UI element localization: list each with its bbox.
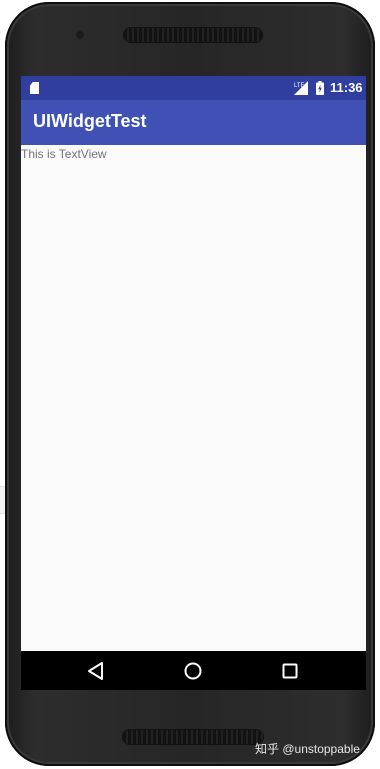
text-view: This is TextView [21, 147, 107, 161]
home-circle-icon[interactable] [182, 660, 204, 682]
back-triangle-icon[interactable] [85, 660, 107, 682]
device-screen: LTE 11:36 UIWidgetTest This is TextView [21, 76, 366, 690]
watermark-text: 知乎 @unstoppable [255, 742, 360, 756]
battery-icon [316, 81, 324, 95]
top-speaker-grille [124, 28, 262, 42]
front-camera-icon [75, 30, 85, 40]
lte-signal-icon: LTE [294, 81, 308, 95]
navigation-bar [21, 651, 366, 690]
status-bar: LTE 11:36 [21, 76, 366, 100]
bottom-speaker-grille [123, 730, 263, 744]
app-title: UIWidgetTest [33, 111, 147, 131]
phone-frame: LTE 11:36 UIWidgetTest This is TextView [5, 2, 375, 766]
lte-label: LTE [294, 83, 305, 89]
sim-card-icon [30, 82, 39, 94]
recents-square-icon[interactable] [279, 660, 301, 682]
app-toolbar: UIWidgetTest [21, 100, 366, 145]
content-area: This is TextView [21, 145, 366, 651]
status-clock: 11:36 [330, 80, 363, 95]
